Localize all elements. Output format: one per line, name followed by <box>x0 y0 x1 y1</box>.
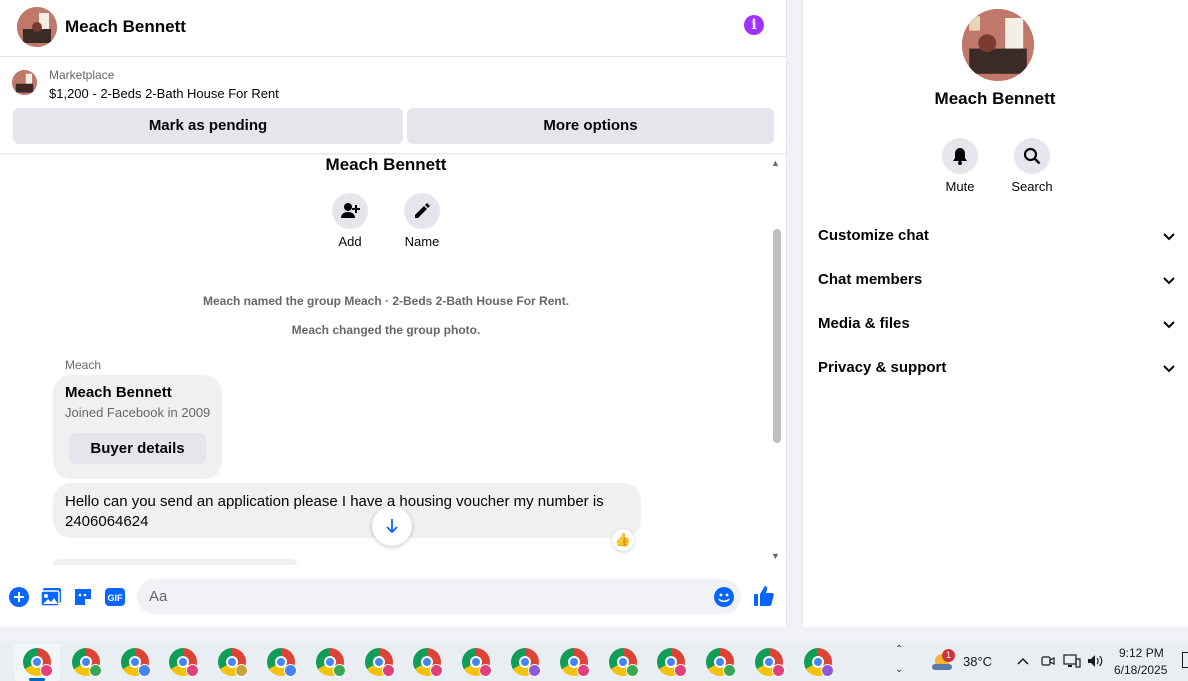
chrome-profile-icon[interactable] <box>804 648 834 677</box>
clock-date[interactable]: 6/18/2025 <box>1114 663 1167 677</box>
chevron-up-icon[interactable] <box>1017 656 1029 666</box>
chrome-profile-icon[interactable] <box>23 648 53 677</box>
buyer-name: Meach Bennett <box>65 384 172 401</box>
buyer-joined: Joined Facebook in 2009 <box>65 405 211 420</box>
chat-header: Meach Bennett i <box>0 0 786 57</box>
chrome-profile-icon[interactable] <box>609 648 639 677</box>
name-group-button[interactable] <box>404 193 440 229</box>
search-icon <box>1023 147 1041 165</box>
search-label: Search <box>1011 179 1053 194</box>
plus-icon <box>9 587 29 607</box>
sticker-icon <box>75 589 91 605</box>
volume-icon[interactable] <box>1087 654 1105 668</box>
taskbar-scroll-down[interactable]: ⌄ <box>895 664 903 675</box>
photo-icon <box>40 588 61 607</box>
listing-thumbnail[interactable] <box>12 70 37 95</box>
taskbar-gap <box>0 627 1188 641</box>
weather-temperature[interactable]: 38°C <box>963 654 992 669</box>
bell-icon <box>953 148 967 165</box>
next-message-bubble <box>53 559 297 565</box>
add-label: Add <box>338 234 362 249</box>
add-person-button[interactable] <box>332 193 368 229</box>
chrome-profile-icon[interactable] <box>413 648 443 677</box>
buyer-details-button[interactable]: Buyer details <box>69 433 206 464</box>
chevron-down-icon[interactable] <box>1162 317 1176 331</box>
contact-avatar[interactable] <box>17 7 57 47</box>
system-message: Meach named the group Meach · 2-Beds 2-B… <box>202 294 570 308</box>
chevron-down-icon[interactable] <box>1162 361 1176 375</box>
reaction-badge[interactable]: 👍 <box>612 529 634 551</box>
info-icon[interactable]: i <box>744 15 764 35</box>
taskbar-scroll-up[interactable]: ⌃ <box>895 644 903 655</box>
chrome-profile-icon[interactable] <box>267 648 297 677</box>
like-button[interactable] <box>752 584 776 608</box>
network-icon[interactable] <box>1063 654 1081 668</box>
thumbs-up-icon <box>754 586 774 606</box>
section-customize-chat[interactable]: Customize chat <box>818 227 929 244</box>
listing-title[interactable]: $1,200 - 2-Beds 2-Bath House For Rent <box>49 86 279 101</box>
chrome-profile-icon[interactable] <box>560 648 590 677</box>
section-chat-members[interactable]: Chat members <box>818 271 922 288</box>
section-privacy-support[interactable]: Privacy & support <box>818 359 946 376</box>
svg-text:GIF: GIF <box>108 593 124 603</box>
panel-gap <box>787 0 802 627</box>
chrome-profile-icon[interactable] <box>511 648 541 677</box>
details-avatar[interactable] <box>962 9 1034 81</box>
plus-button[interactable] <box>8 586 30 608</box>
weather-badge: 1 <box>942 649 955 662</box>
group-name: Meach Bennett <box>325 155 447 174</box>
scrollbar-thumb[interactable] <box>773 229 781 443</box>
chrome-profile-icon[interactable] <box>706 648 736 677</box>
contact-name[interactable]: Meach Bennett <box>65 17 186 37</box>
gif-button[interactable]: GIF <box>104 586 126 608</box>
chevron-down-icon[interactable] <box>1162 229 1176 243</box>
mute-label: Mute <box>945 179 975 194</box>
system-message: Meach changed the group photo. <box>291 323 481 337</box>
photo-button[interactable] <box>40 586 62 608</box>
chrome-profile-icon[interactable] <box>316 648 346 677</box>
sticker-button[interactable] <box>72 586 94 608</box>
name-label: Name <box>404 234 440 249</box>
details-name: Meach Bennett <box>934 89 1056 108</box>
mark-pending-button[interactable]: Mark as pending <box>13 108 403 144</box>
emoji-icon <box>714 587 734 607</box>
chrome-profile-icon[interactable] <box>365 648 395 677</box>
chrome-profile-icon[interactable] <box>72 648 102 677</box>
pencil-icon <box>415 203 430 218</box>
message-input-placeholder: Aa <box>149 588 168 605</box>
chevron-down-icon[interactable] <box>1162 273 1176 287</box>
chrome-profile-icon[interactable] <box>755 648 785 677</box>
add-person-icon <box>341 203 360 218</box>
clock-time[interactable]: 9:12 PM <box>1119 646 1164 660</box>
chrome-profile-icon[interactable] <box>657 648 687 677</box>
emoji-button[interactable] <box>713 586 735 608</box>
scroll-down-arrow[interactable]: ▼ <box>771 551 780 561</box>
arrow-down-icon <box>386 519 398 534</box>
meet-now-icon[interactable] <box>1041 654 1055 668</box>
section-media-files[interactable]: Media & files <box>818 315 910 332</box>
mute-button[interactable] <box>942 138 978 174</box>
chat-panel: Meach Bennett i Marketplace $1,200 - 2-B… <box>0 0 787 627</box>
notification-icon[interactable] <box>1182 652 1188 668</box>
more-options-button[interactable]: More options <box>407 108 774 144</box>
chrome-profile-icon[interactable] <box>121 648 151 677</box>
scroll-up-arrow[interactable]: ▲ <box>771 158 780 168</box>
message-input[interactable] <box>137 579 741 614</box>
chrome-profile-icon[interactable] <box>462 648 492 677</box>
search-button[interactable] <box>1014 138 1050 174</box>
marketplace-label: Marketplace <box>49 68 115 82</box>
chrome-profile-icon[interactable] <box>169 648 199 677</box>
chrome-profile-icon[interactable] <box>218 648 248 677</box>
gif-icon: GIF <box>105 588 125 606</box>
sender-label: Meach <box>65 358 102 372</box>
scroll-to-bottom-button[interactable] <box>372 506 412 546</box>
message-text: Hello can you send an application please… <box>65 493 604 530</box>
